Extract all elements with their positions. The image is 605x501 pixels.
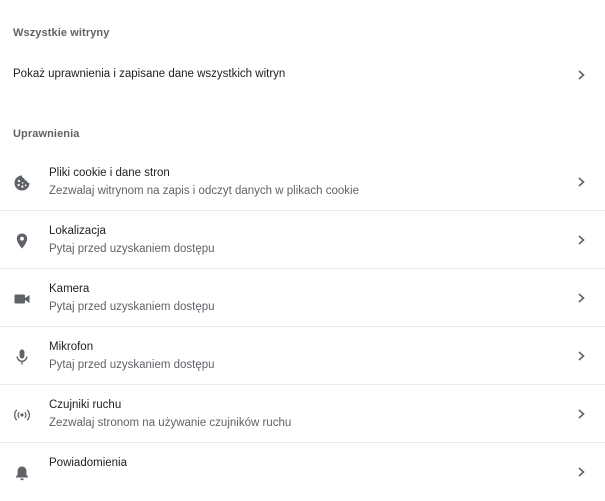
section-title-permissions: Uprawnienia xyxy=(13,128,80,140)
cookie-icon xyxy=(13,174,31,192)
camera-icon xyxy=(13,290,31,308)
permission-row-motion-sensors[interactable]: Czujniki ruchu Zezwalaj stronom na używa… xyxy=(0,385,605,443)
permission-label: Pliki cookie i dane stron xyxy=(49,167,170,179)
microphone-icon xyxy=(13,348,31,366)
chevron-right-icon xyxy=(578,409,585,419)
all-sites-row[interactable]: Pokaż uprawnienia i zapisane dane wszyst… xyxy=(0,54,605,96)
chevron-right-icon xyxy=(578,293,585,303)
permission-row-cookies[interactable]: Pliki cookie i dane stron Zezwalaj witry… xyxy=(0,153,605,211)
chevron-right-icon xyxy=(578,70,585,80)
permission-sublabel: Pytaj przed uzyskaniem dostępu xyxy=(49,243,215,255)
permission-label: Lokalizacja xyxy=(49,225,106,237)
permission-row-notifications[interactable]: Powiadomienia xyxy=(0,443,605,501)
location-pin-icon xyxy=(13,232,31,250)
permission-row-location[interactable]: Lokalizacja Pytaj przed uzyskaniem dostę… xyxy=(0,211,605,269)
bell-icon xyxy=(13,464,31,482)
permission-sublabel: Pytaj przed uzyskaniem dostępu xyxy=(49,359,215,371)
permission-label: Kamera xyxy=(49,283,90,295)
permissions-list: Pliki cookie i dane stron Zezwalaj witry… xyxy=(0,153,605,501)
permission-label: Powiadomienia xyxy=(49,457,127,469)
chevron-right-icon xyxy=(578,177,585,187)
chevron-right-icon xyxy=(578,467,585,477)
permission-label: Mikrofon xyxy=(49,341,94,353)
permission-row-camera[interactable]: Kamera Pytaj przed uzyskaniem dostępu xyxy=(0,269,605,327)
chevron-right-icon xyxy=(578,235,585,245)
section-title-all-sites: Wszystkie witryny xyxy=(13,27,110,39)
motion-sensors-icon xyxy=(13,406,31,424)
chevron-right-icon xyxy=(578,351,585,361)
permission-sublabel: Zezwalaj witrynom na zapis i odczyt dany… xyxy=(49,185,359,197)
permission-sublabel: Pytaj przed uzyskaniem dostępu xyxy=(49,301,215,313)
permission-row-microphone[interactable]: Mikrofon Pytaj przed uzyskaniem dostępu xyxy=(0,327,605,385)
all-sites-row-label: Pokaż uprawnienia i zapisane dane wszyst… xyxy=(13,68,286,80)
permission-sublabel: Zezwalaj stronom na używanie czujników r… xyxy=(49,417,292,429)
permission-label: Czujniki ruchu xyxy=(49,399,122,411)
